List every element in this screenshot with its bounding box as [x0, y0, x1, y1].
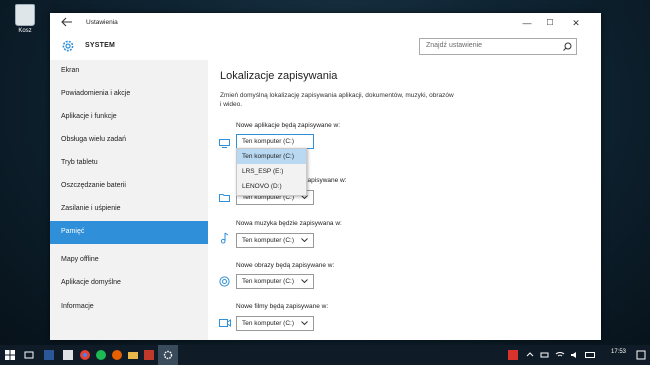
settings-window: Ustawienia — ☐ ✕ SYSTEM Znajdź ustawieni… [50, 13, 601, 340]
recycle-bin-icon [15, 4, 35, 26]
spotify-icon[interactable] [96, 350, 106, 360]
sidebar-item-mapy[interactable]: Mapy offline [50, 249, 208, 272]
tray-app-icon[interactable] [508, 350, 518, 360]
recycle-bin-label: Kosz [18, 28, 32, 34]
music-location-label: Nowa muzyka będzie zapisywana w: [236, 220, 342, 227]
outlook-icon[interactable] [63, 350, 73, 360]
sidebar-item-label: Zasilanie i uśpienie [61, 205, 121, 212]
sidebar-item-label: Powiadomienia i akcje [61, 90, 131, 97]
close-button[interactable]: ✕ [569, 17, 583, 29]
music-location-dropdown[interactable]: Ten komputer (C:) [236, 233, 314, 248]
sidebar-item-label: Aplikacje domyślne [61, 279, 121, 286]
start-icon[interactable] [5, 350, 15, 360]
pictures-location-label: Nowe obrazy będą zapisywane w: [236, 262, 335, 269]
videos-location-dropdown[interactable]: Ten komputer (C:) [236, 316, 314, 331]
recycle-bin-shortcut[interactable]: Kosz [8, 4, 42, 34]
sidebar-item-zasilanie[interactable]: Zasilanie i uśpienie [50, 198, 208, 221]
folder-icon [219, 194, 230, 202]
search-input[interactable]: Znajdź ustawienie [419, 38, 577, 55]
chevron-down-icon [301, 238, 308, 242]
main-content: Lokalizacje zapisywania Zmień domyślną l… [208, 60, 601, 340]
dropdown-option[interactable]: Ten komputer (C:) [237, 149, 306, 164]
sidebar-item-aplikacje-domyslne[interactable]: Aplikacje domyślne [50, 272, 208, 295]
dropdown-option[interactable]: LENOVO (D:) [237, 179, 306, 194]
wifi-icon[interactable] [555, 350, 565, 360]
sidebar-item-label: Obsługa wielu zadań [61, 136, 126, 143]
taskbar: 17:53 [0, 345, 650, 365]
sidebar-item-ekran[interactable]: Ekran [50, 60, 208, 83]
sidebar-item-label: Pamięć [61, 228, 85, 235]
video-icon [219, 319, 231, 327]
gear-icon [62, 40, 74, 52]
minimize-button[interactable]: — [520, 17, 534, 29]
dropdown-value: Ten komputer (C:) [242, 138, 295, 145]
title-bar[interactable]: Ustawienia — ☐ ✕ [50, 13, 601, 34]
battery-icon[interactable] [540, 350, 550, 360]
option-label: Ten komputer (C:) [242, 153, 295, 160]
page-title: Lokalizacje zapisywania [220, 70, 338, 82]
sidebar-item-powiadomienia[interactable]: Powiadomienia i akcje [50, 83, 208, 106]
app-icon[interactable] [144, 350, 154, 360]
tray-arrow-icon[interactable] [525, 350, 535, 360]
dropdown-value: Ten komputer (C:) [242, 237, 295, 244]
dropdown-value: Ten komputer (C:) [242, 320, 295, 327]
header: SYSTEM Znajdź ustawienie [50, 34, 601, 60]
sidebar-item-aplikacje[interactable]: Aplikacje i funkcje [50, 106, 208, 129]
back-button[interactable] [61, 17, 75, 29]
sidebar-item-label: Informacje [61, 303, 94, 310]
clock[interactable]: 17:53 [611, 349, 626, 355]
drive-options-popup: Ten komputer (C:) LRS_ESP (E:) LENOVO (D… [236, 148, 307, 196]
section-title: SYSTEM [85, 42, 115, 49]
sidebar-item-pamiec[interactable]: Pamięć [50, 221, 208, 244]
sidebar-item-label: Mapy offline [61, 256, 99, 263]
firefox-icon[interactable] [112, 350, 122, 360]
sidebar-item-wielozadaniowosc[interactable]: Obsługa wielu zadań [50, 129, 208, 152]
back-arrow-icon [61, 17, 72, 27]
volume-icon[interactable] [570, 350, 580, 360]
folder-icon[interactable] [128, 350, 138, 360]
app-title: Ustawienia [86, 19, 118, 26]
apps-location-label: Nowe aplikacje będą zapisywane w: [236, 122, 341, 129]
page-description: Zmień domyślną lokalizację zapisywania a… [220, 92, 454, 108]
sidebar-item-informacje[interactable]: Informacje [50, 296, 208, 319]
sidebar: Ekran Powiadomienia i akcje Aplikacje i … [50, 60, 208, 340]
apps-location-dropdown[interactable]: Ten komputer (C:) [236, 134, 314, 149]
action-center-icon[interactable] [636, 350, 646, 360]
dropdown-value: Ten komputer (C:) [242, 278, 295, 285]
keyboard-icon[interactable] [585, 350, 595, 360]
chevron-down-icon [301, 321, 308, 325]
music-note-icon [220, 232, 229, 244]
option-label: LRS_ESP (E:) [242, 168, 284, 175]
sidebar-item-bateria[interactable]: Oszczędzanie baterii [50, 175, 208, 198]
task-view-icon[interactable] [24, 350, 34, 360]
word-icon[interactable] [44, 350, 54, 360]
sidebar-item-label: Tryb tabletu [61, 159, 98, 166]
search-placeholder: Znajdź ustawienie [426, 42, 483, 49]
sidebar-item-label: Aplikacje i funkcje [61, 113, 117, 120]
sidebar-item-label: Oszczędzanie baterii [61, 182, 126, 189]
search-icon [563, 42, 572, 51]
chrome-icon[interactable] [80, 350, 90, 360]
maximize-button[interactable]: ☐ [543, 17, 557, 29]
sidebar-item-label: Ekran [61, 67, 80, 74]
option-label: LENOVO (D:) [242, 183, 282, 190]
camera-icon [219, 276, 230, 287]
settings-icon[interactable] [163, 350, 173, 360]
chevron-down-icon [301, 279, 308, 283]
monitor-icon [219, 139, 230, 148]
pictures-location-dropdown[interactable]: Ten komputer (C:) [236, 274, 314, 289]
dropdown-option[interactable]: LRS_ESP (E:) [237, 164, 306, 179]
sidebar-item-tryb-tabletu[interactable]: Tryb tabletu [50, 152, 208, 175]
videos-location-label: Nowe filmy będą zapisywane w: [236, 303, 329, 310]
